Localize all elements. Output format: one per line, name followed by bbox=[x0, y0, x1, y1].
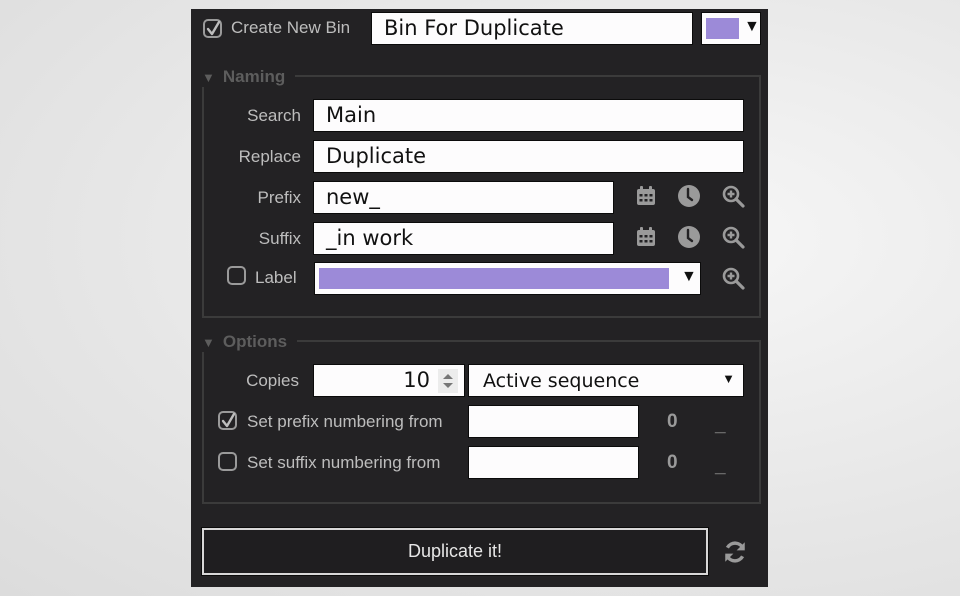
suffix-numbering-input[interactable] bbox=[468, 446, 639, 479]
clock-icon[interactable] bbox=[677, 184, 701, 208]
label-label: Label bbox=[255, 268, 297, 287]
copies-label: Copies bbox=[246, 371, 299, 390]
duplicate-panel: Create New Bin Bin For Duplicate ▼ ▼ Nami… bbox=[191, 9, 768, 587]
suffix-count: 0 bbox=[667, 452, 678, 473]
refresh-icon[interactable] bbox=[722, 539, 748, 565]
create-new-bin-checkbox[interactable] bbox=[203, 19, 222, 38]
zoom-in-icon[interactable] bbox=[721, 184, 745, 208]
zoom-in-icon[interactable] bbox=[721, 225, 745, 249]
label-checkbox[interactable] bbox=[227, 266, 246, 285]
prefix-label: Prefix bbox=[257, 188, 301, 207]
up-down-arrows-icon bbox=[443, 374, 453, 388]
create-new-bin-label: Create New Bin bbox=[231, 18, 351, 37]
suffix-separator: _ bbox=[715, 456, 726, 477]
suffix-input[interactable]: _in work bbox=[313, 222, 614, 255]
options-title: Options bbox=[222, 332, 288, 351]
copies-stepper[interactable]: 10 bbox=[313, 364, 465, 397]
stepper-arrows[interactable] bbox=[438, 369, 458, 393]
naming-title: Naming bbox=[222, 67, 286, 86]
replace-label: Replace bbox=[238, 147, 301, 166]
options-group-header[interactable]: ▼ Options bbox=[202, 332, 298, 352]
prefix-numbering-label: Set prefix numbering from bbox=[247, 412, 443, 431]
label-color-swatch bbox=[319, 268, 669, 289]
prefix-count: 0 bbox=[667, 411, 678, 432]
duplicate-button[interactable]: Duplicate it! bbox=[201, 527, 709, 576]
collapse-arrow-icon: ▼ bbox=[202, 335, 215, 350]
collapse-arrow-icon: ▼ bbox=[202, 70, 215, 85]
naming-group-header[interactable]: ▼ Naming bbox=[202, 67, 296, 87]
prefix-numbering-input[interactable] bbox=[468, 405, 639, 438]
bin-name-input[interactable]: Bin For Duplicate bbox=[371, 12, 693, 45]
checkmark-icon bbox=[221, 412, 236, 428]
label-color-dropdown[interactable]: ▼ bbox=[314, 262, 701, 295]
copies-value: 10 bbox=[403, 368, 430, 392]
search-input[interactable]: Main bbox=[313, 99, 744, 132]
search-label: Search bbox=[247, 106, 301, 125]
chevron-down-icon: ▼ bbox=[722, 371, 735, 386]
calendar-icon[interactable] bbox=[634, 184, 658, 208]
chevron-down-icon: ▼ bbox=[681, 268, 697, 285]
bin-color-swatch bbox=[706, 18, 739, 39]
suffix-numbering-label: Set suffix numbering from bbox=[247, 453, 441, 472]
suffix-numbering-checkbox[interactable] bbox=[218, 452, 237, 471]
replace-input[interactable]: Duplicate bbox=[313, 140, 744, 173]
clock-icon[interactable] bbox=[677, 225, 701, 249]
zoom-in-icon[interactable] bbox=[721, 266, 745, 290]
chevron-down-icon: ▼ bbox=[744, 18, 760, 35]
calendar-icon[interactable] bbox=[634, 225, 658, 249]
prefix-separator: _ bbox=[715, 415, 726, 436]
prefix-numbering-checkbox[interactable] bbox=[218, 411, 237, 430]
checkmark-icon bbox=[206, 20, 221, 36]
suffix-label: Suffix bbox=[258, 229, 301, 248]
sequence-select[interactable]: Active sequence ▼ bbox=[468, 364, 744, 397]
sequence-select-value: Active sequence bbox=[483, 370, 640, 392]
prefix-input[interactable]: new_ bbox=[313, 181, 614, 214]
bin-color-dropdown[interactable]: ▼ bbox=[701, 12, 761, 45]
